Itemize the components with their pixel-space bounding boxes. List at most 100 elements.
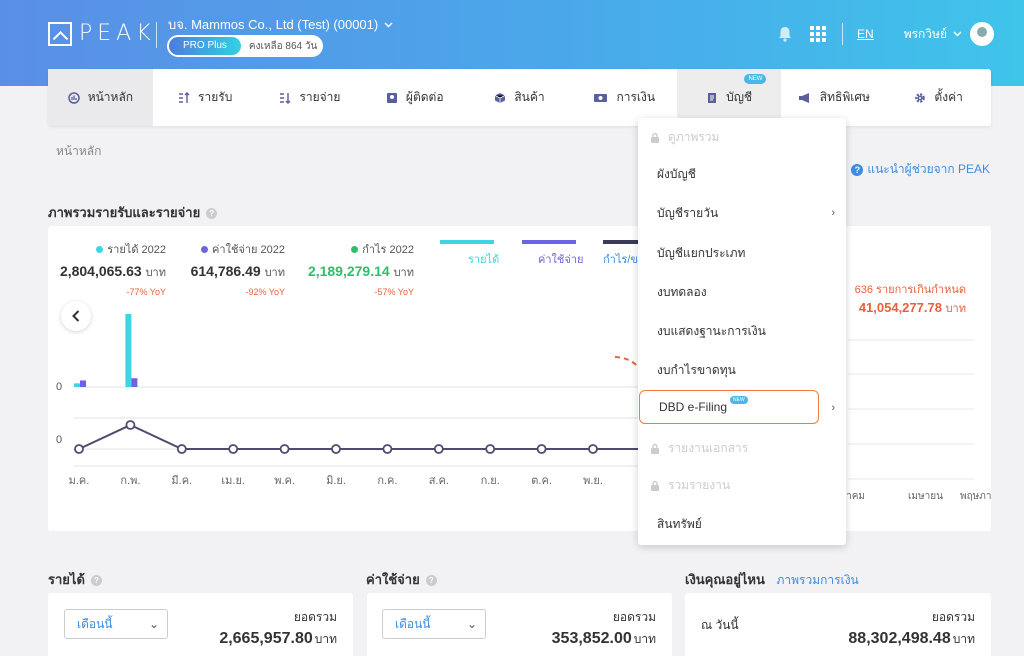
chart-prev-button[interactable]: [61, 301, 91, 331]
select-value: เดือนนี้: [77, 616, 113, 631]
menu-label: รวมรายงาน: [668, 477, 731, 492]
total-unit: บาท: [633, 632, 656, 646]
expense-title: ค่าใช้จ่าย?: [366, 569, 437, 590]
total-value: 2,665,957.80 บาท: [219, 630, 337, 649]
nav-income[interactable]: รายรับ: [153, 69, 258, 126]
x-tick-label: พ.ย.: [583, 475, 603, 487]
menu-label: สินทรัพย์: [657, 516, 702, 531]
menu-dbd-efiling[interactable]: DBD e-Filing NEW: [639, 390, 819, 424]
nav-contacts[interactable]: ผู้ติดต่อ: [362, 69, 467, 126]
y-zero-label: 0: [56, 381, 62, 393]
profit-point: [125, 420, 136, 430]
x-tick-label: มี.ค.: [171, 474, 192, 487]
x-tick-label: ก.ย.: [481, 475, 500, 487]
header-separator: [842, 23, 844, 45]
nav-label: สิทธิพิเศษ: [819, 90, 870, 104]
lock-icon: [651, 132, 659, 143]
x-tick-label: เม.ย.: [221, 475, 245, 487]
nav-label: หน้าหลัก: [87, 90, 134, 104]
header-actions: EN พรกวิษย์: [778, 22, 994, 46]
plan-pill[interactable]: PRO Plus คงเหลือ 864 วัน: [167, 35, 323, 57]
expense-period-select[interactable]: เดือนนี้ ⌄: [382, 609, 486, 639]
peak-logo-mark: [48, 21, 72, 46]
accounting-menu: ดูภาพรวม ผังบัญชี บัญชีรายวัน › บัญชีแยกป…: [638, 118, 846, 545]
main-nav: หน้าหลัก รายรับ รายจ่าย ผู้ติดต่อ สินค้า…: [48, 69, 991, 126]
profit-point: [228, 444, 239, 454]
expense-bar: [131, 378, 138, 387]
total-amount: 2,665,957.80: [219, 630, 313, 647]
apps-grid-icon[interactable]: [810, 26, 827, 42]
menu-label: บัญชีแยกประเภท: [657, 245, 746, 260]
menu-assets[interactable]: สินทรัพย์: [638, 505, 846, 543]
nav-products[interactable]: สินค้า: [467, 69, 572, 126]
nav-settings[interactable]: ตั้งค่า: [886, 69, 991, 126]
overview-title: ภาพรวมรายรับและรายจ่าย?: [48, 202, 218, 223]
menu-label: บัญชีรายวัน: [657, 205, 719, 220]
nav-label: ตั้งค่า: [934, 90, 963, 104]
language-switch[interactable]: EN: [857, 27, 874, 41]
finance-overview-link[interactable]: ภาพรวมการเงิน: [776, 573, 858, 587]
income-period-select[interactable]: เดือนนี้ ⌄: [64, 609, 168, 639]
menu-balance-sheet[interactable]: งบแสดงฐานะการเงิน: [638, 312, 846, 350]
x-tick-label: ม.ค.: [69, 475, 90, 487]
header-divider: [156, 22, 157, 48]
income-bar: [125, 314, 132, 387]
chevron-down-icon: ⌄: [466, 617, 477, 631]
chevron-right-icon: ›: [831, 207, 835, 219]
nav-expense[interactable]: รายจ่าย: [258, 69, 363, 126]
plan-remaining: คงเหลือ 864 วัน: [248, 40, 318, 52]
total-amount: 88,302,498.48: [848, 630, 951, 647]
new-badge: NEW: [744, 74, 767, 84]
overview-chart: 0 0 ม.ค. ก.พ. มี.ค. เม.ย. พ.ค. มิ.ย. ก.ค. ส.ค. ก.ย…: [56, 314, 991, 502]
user-name[interactable]: พรกวิษย์: [904, 25, 947, 44]
money-title: เงินคุณอยู่ไหน ภาพรวมการเงิน: [685, 569, 859, 590]
megaphone-icon: [798, 92, 809, 103]
total-unit: บาท: [314, 632, 337, 646]
bell-icon[interactable]: [778, 26, 792, 42]
expense-card: เดือนนี้ ⌄ ยอดรวม 353,852.00 บาท: [367, 593, 672, 656]
help-link[interactable]: ? แนะนำผู้ช่วยจาก PEAK: [851, 160, 990, 179]
profit-point: [382, 444, 393, 454]
profit-point: [74, 444, 84, 454]
question-icon[interactable]: ?: [425, 575, 437, 587]
expense-title-text: ค่าใช้จ่าย: [366, 572, 420, 587]
overview-card: รายได้ 2022 2,804,065.63 บาท -77% YoY ค่…: [48, 226, 991, 531]
chevron-down-icon: ⌄: [148, 617, 159, 631]
menu-journal[interactable]: บัญชีรายวัน ›: [638, 194, 846, 232]
income-bar: [74, 383, 80, 387]
nav-label: การเงิน: [616, 90, 656, 104]
money-card: ณ วันนี้ ยอดรวม 88,302,498.48 บาท: [685, 593, 991, 656]
total-unit: บาท: [952, 632, 975, 646]
x-tick-label: ต.ค.: [531, 475, 552, 487]
company-selector[interactable]: บจ. Mammos Co., Ltd (Test) (00001): [168, 14, 393, 35]
question-icon[interactable]: ?: [206, 208, 218, 220]
logo-text: PEAK: [79, 21, 156, 46]
peak-logo[interactable]: PEAK: [48, 21, 156, 46]
date-label: ณ วันนี้: [701, 618, 739, 632]
profit-point: [536, 444, 547, 454]
nav-label: บัญชี: [726, 90, 753, 104]
menu-general-ledger[interactable]: บัญชีแยกประเภท: [638, 234, 846, 272]
chevron-right-icon: ›: [831, 402, 835, 414]
contacts-icon: [386, 92, 397, 103]
menu-overview: ดูภาพรวม: [638, 118, 846, 156]
question-icon[interactable]: ?: [90, 575, 102, 587]
breadcrumb[interactable]: หน้าหลัก: [56, 142, 101, 161]
menu-label: ผังบัญชี: [657, 166, 696, 181]
gear-icon: [915, 92, 926, 103]
chevron-left-icon: [72, 310, 80, 322]
money-title-text: เงินคุณอยู่ไหน: [685, 572, 765, 587]
y-zero-label: 0: [56, 434, 62, 446]
menu-chart-of-accounts[interactable]: ผังบัญชี: [638, 155, 846, 193]
menu-profit-loss[interactable]: งบกำไรขาดทุน: [638, 351, 846, 389]
menu-label: งบแสดงฐานะการเงิน: [657, 323, 766, 338]
menu-label: ดูภาพรวม: [668, 129, 720, 144]
avatar[interactable]: [970, 22, 994, 46]
profit-point: [176, 444, 187, 454]
nav-home[interactable]: หน้าหลัก: [48, 69, 153, 126]
chevron-down-icon[interactable]: [953, 31, 962, 37]
menu-trial-balance[interactable]: งบทดลอง: [638, 273, 846, 311]
expense-bar: [80, 380, 86, 387]
profit-point: [433, 444, 444, 454]
profit-line: [78, 423, 638, 450]
